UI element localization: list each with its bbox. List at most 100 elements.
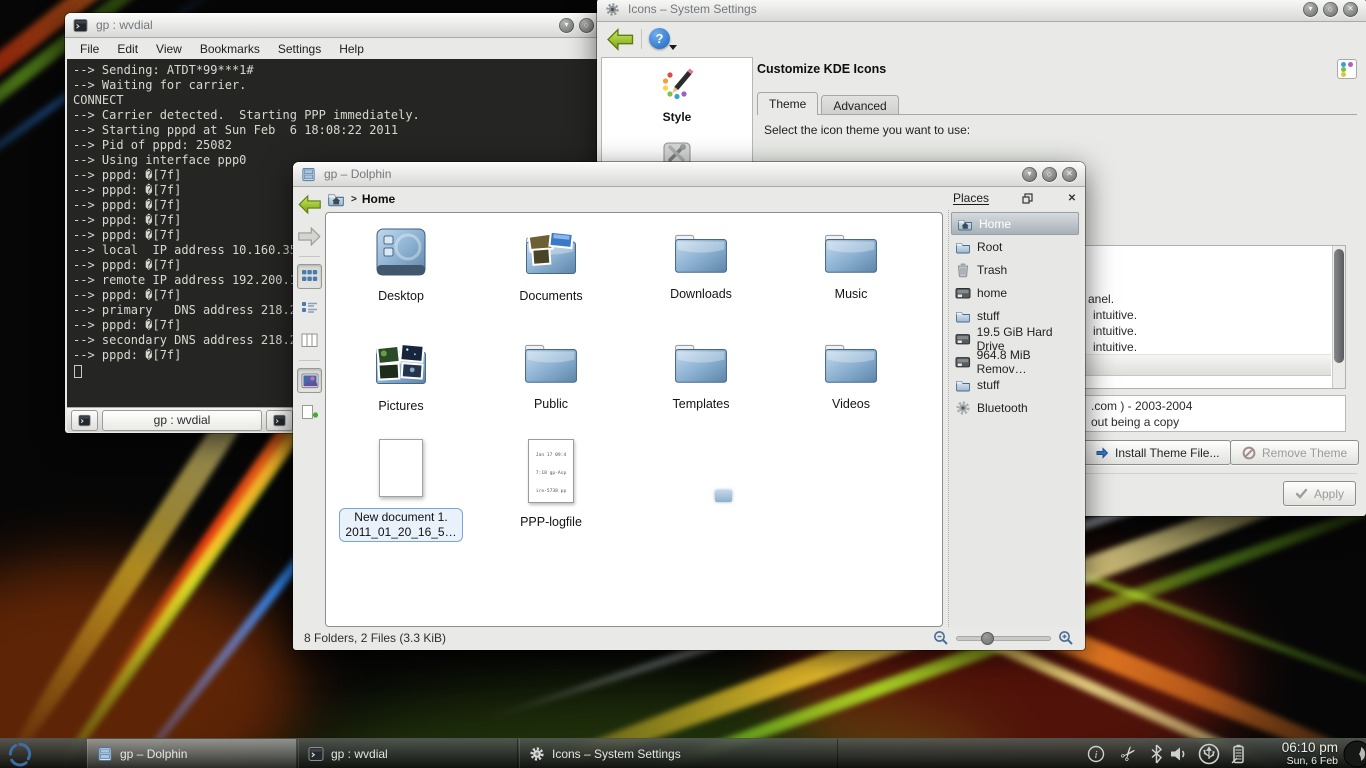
folder-icon — [824, 227, 878, 275]
places-item-trash[interactable]: Trash — [949, 258, 1081, 281]
style-icon — [659, 66, 695, 102]
terminal-icon — [308, 746, 324, 762]
tab-theme[interactable]: Theme — [757, 92, 818, 115]
columns-view-button[interactable] — [297, 328, 322, 353]
tray-info-icon[interactable]: i — [1086, 744, 1106, 764]
places-item-removable[interactable]: 964.8 MiB Remov… — [949, 350, 1081, 373]
float-panel-icon[interactable] — [1020, 191, 1034, 205]
tab-advanced[interactable]: Advanced — [821, 95, 898, 115]
zoom-slider[interactable] — [956, 636, 1051, 641]
split-view-button[interactable] — [297, 400, 322, 425]
forward-button[interactable] — [297, 224, 322, 249]
minimize-button[interactable] — [1022, 167, 1037, 182]
taskbar-task-konsole[interactable]: gp : wvdial — [298, 739, 518, 768]
file-item-ppp-logfile[interactable]: Jan 17 09:4 7:18 gp-Asp ire-5738 pp pd[1… — [476, 439, 626, 530]
folder-icon — [674, 227, 728, 275]
folder-item-public[interactable]: Public — [476, 337, 626, 412]
no-entry-icon — [1242, 446, 1256, 460]
kde-menu-button[interactable] — [2, 740, 38, 768]
remove-theme-button[interactable]: Remove Theme — [1230, 440, 1359, 465]
zoom-in-icon[interactable] — [1058, 630, 1074, 646]
places-label: 964.8 MiB Remov… — [977, 348, 1081, 376]
file-label-selected: New document 1. 2011_01_20_16_5… — [339, 508, 462, 542]
menu-file[interactable]: File — [71, 40, 108, 58]
scrollbar-thumb[interactable] — [1334, 249, 1344, 363]
breadcrumb-home[interactable]: Home — [362, 192, 395, 206]
install-theme-button[interactable]: Install Theme File... — [1083, 440, 1231, 465]
menu-bookmarks[interactable]: Bookmarks — [191, 40, 269, 58]
maximize-button[interactable] — [579, 18, 594, 33]
dolphin-titlebar[interactable]: gp – Dolphin — [293, 162, 1085, 187]
places-item-home[interactable]: Home — [951, 212, 1079, 235]
folder-item-music[interactable]: Music — [776, 227, 926, 302]
help-button[interactable]: ? — [649, 28, 670, 49]
clock[interactable]: 06:10 pm Sun, 6 Feb — [1282, 740, 1338, 767]
back-button[interactable] — [604, 27, 636, 52]
minimize-button[interactable] — [559, 18, 574, 33]
folder-item-documents[interactable]: Documents — [476, 227, 626, 304]
panel-toolbox-cashew[interactable] — [1339, 739, 1366, 768]
folder-icon — [955, 377, 971, 393]
window-title: gp : wvdial — [96, 18, 153, 32]
folder-icon — [955, 308, 971, 324]
icons-view-button[interactable] — [297, 264, 322, 289]
close-panel-icon[interactable]: ✕ — [1065, 191, 1079, 205]
zoom-slider-handle[interactable] — [981, 632, 994, 645]
folder-item-downloads[interactable]: Downloads — [626, 227, 776, 302]
menu-help[interactable]: Help — [330, 40, 373, 58]
places-label: Trash — [977, 263, 1007, 277]
back-button[interactable] — [297, 192, 322, 217]
scrollbar[interactable] — [1332, 246, 1345, 388]
breadcrumb-home-button[interactable] — [325, 189, 346, 209]
menu-edit[interactable]: Edit — [108, 40, 147, 58]
places-item-stuff-2[interactable]: stuff — [949, 373, 1081, 396]
close-button[interactable] — [1343, 2, 1358, 17]
folder-label: Desktop — [326, 289, 476, 304]
konsole-titlebar[interactable]: gp : wvdial — [65, 13, 622, 38]
maximize-button[interactable] — [1323, 2, 1338, 17]
minimize-button[interactable] — [1303, 2, 1318, 17]
zoom-out-icon[interactable] — [933, 630, 949, 646]
tray-usb-icon[interactable] — [1196, 743, 1222, 765]
folder-label: Videos — [776, 397, 926, 412]
tray-volume-icon[interactable] — [1168, 746, 1190, 762]
menu-settings[interactable]: Settings — [269, 40, 330, 58]
taskbar-task-dolphin[interactable]: gp – Dolphin — [87, 739, 297, 768]
places-item-bluetooth[interactable]: Bluetooth — [949, 396, 1081, 419]
details-view-button[interactable] — [297, 296, 322, 321]
terminal-tab[interactable]: gp : wvdial — [102, 410, 262, 431]
folder-label: Templates — [626, 397, 776, 412]
dolphin-icon — [97, 746, 113, 762]
places-item-home-device[interactable]: home — [949, 281, 1081, 304]
preview-button[interactable] — [297, 368, 322, 393]
file-item-new-document[interactable]: New document 1. 2011_01_20_16_5… — [326, 439, 476, 542]
close-button[interactable] — [1062, 167, 1077, 182]
terminal-tab-2[interactable] — [266, 410, 293, 431]
system-settings-titlebar[interactable]: Icons – System Settings — [597, 0, 1366, 22]
folder-item-videos[interactable]: Videos — [776, 337, 926, 412]
columns-view-icon — [301, 332, 318, 349]
theme-list-fragment: anel. — [1088, 292, 1114, 306]
menu-view[interactable]: View — [147, 40, 191, 58]
window-title: gp – Dolphin — [324, 167, 391, 181]
tray-battery-icon[interactable] — [1228, 743, 1248, 765]
folder-item-templates[interactable]: Templates — [626, 337, 776, 412]
help-icon: ? — [656, 31, 664, 46]
sidebar-item-style[interactable]: Style — [602, 58, 752, 124]
new-tab-button[interactable] — [71, 410, 98, 431]
folder-item-pictures[interactable]: Pictures — [326, 337, 476, 414]
apply-button[interactable]: Apply — [1283, 481, 1356, 506]
taskbar-task-system-settings[interactable]: Icons – System Settings — [519, 739, 838, 768]
folder-item-desktop[interactable]: Desktop — [326, 227, 476, 304]
clock-time: 06:10 pm — [1282, 740, 1338, 755]
drag-ghost-icon — [715, 490, 732, 502]
places-item-root[interactable]: Root — [949, 235, 1081, 258]
toolbar-separator — [641, 29, 642, 49]
places-label: stuff — [977, 378, 999, 392]
theme-list-fragment: intuitive. — [1093, 340, 1137, 354]
tray-bluetooth-icon[interactable] — [1147, 743, 1165, 765]
maximize-button[interactable] — [1042, 167, 1057, 182]
tray-klipper-icon[interactable]: ✂ — [1111, 736, 1148, 768]
terminal-tab-label: gp : wvdial — [154, 413, 211, 427]
folder-view[interactable]: Desktop Documents Downloads Music — [325, 212, 943, 627]
